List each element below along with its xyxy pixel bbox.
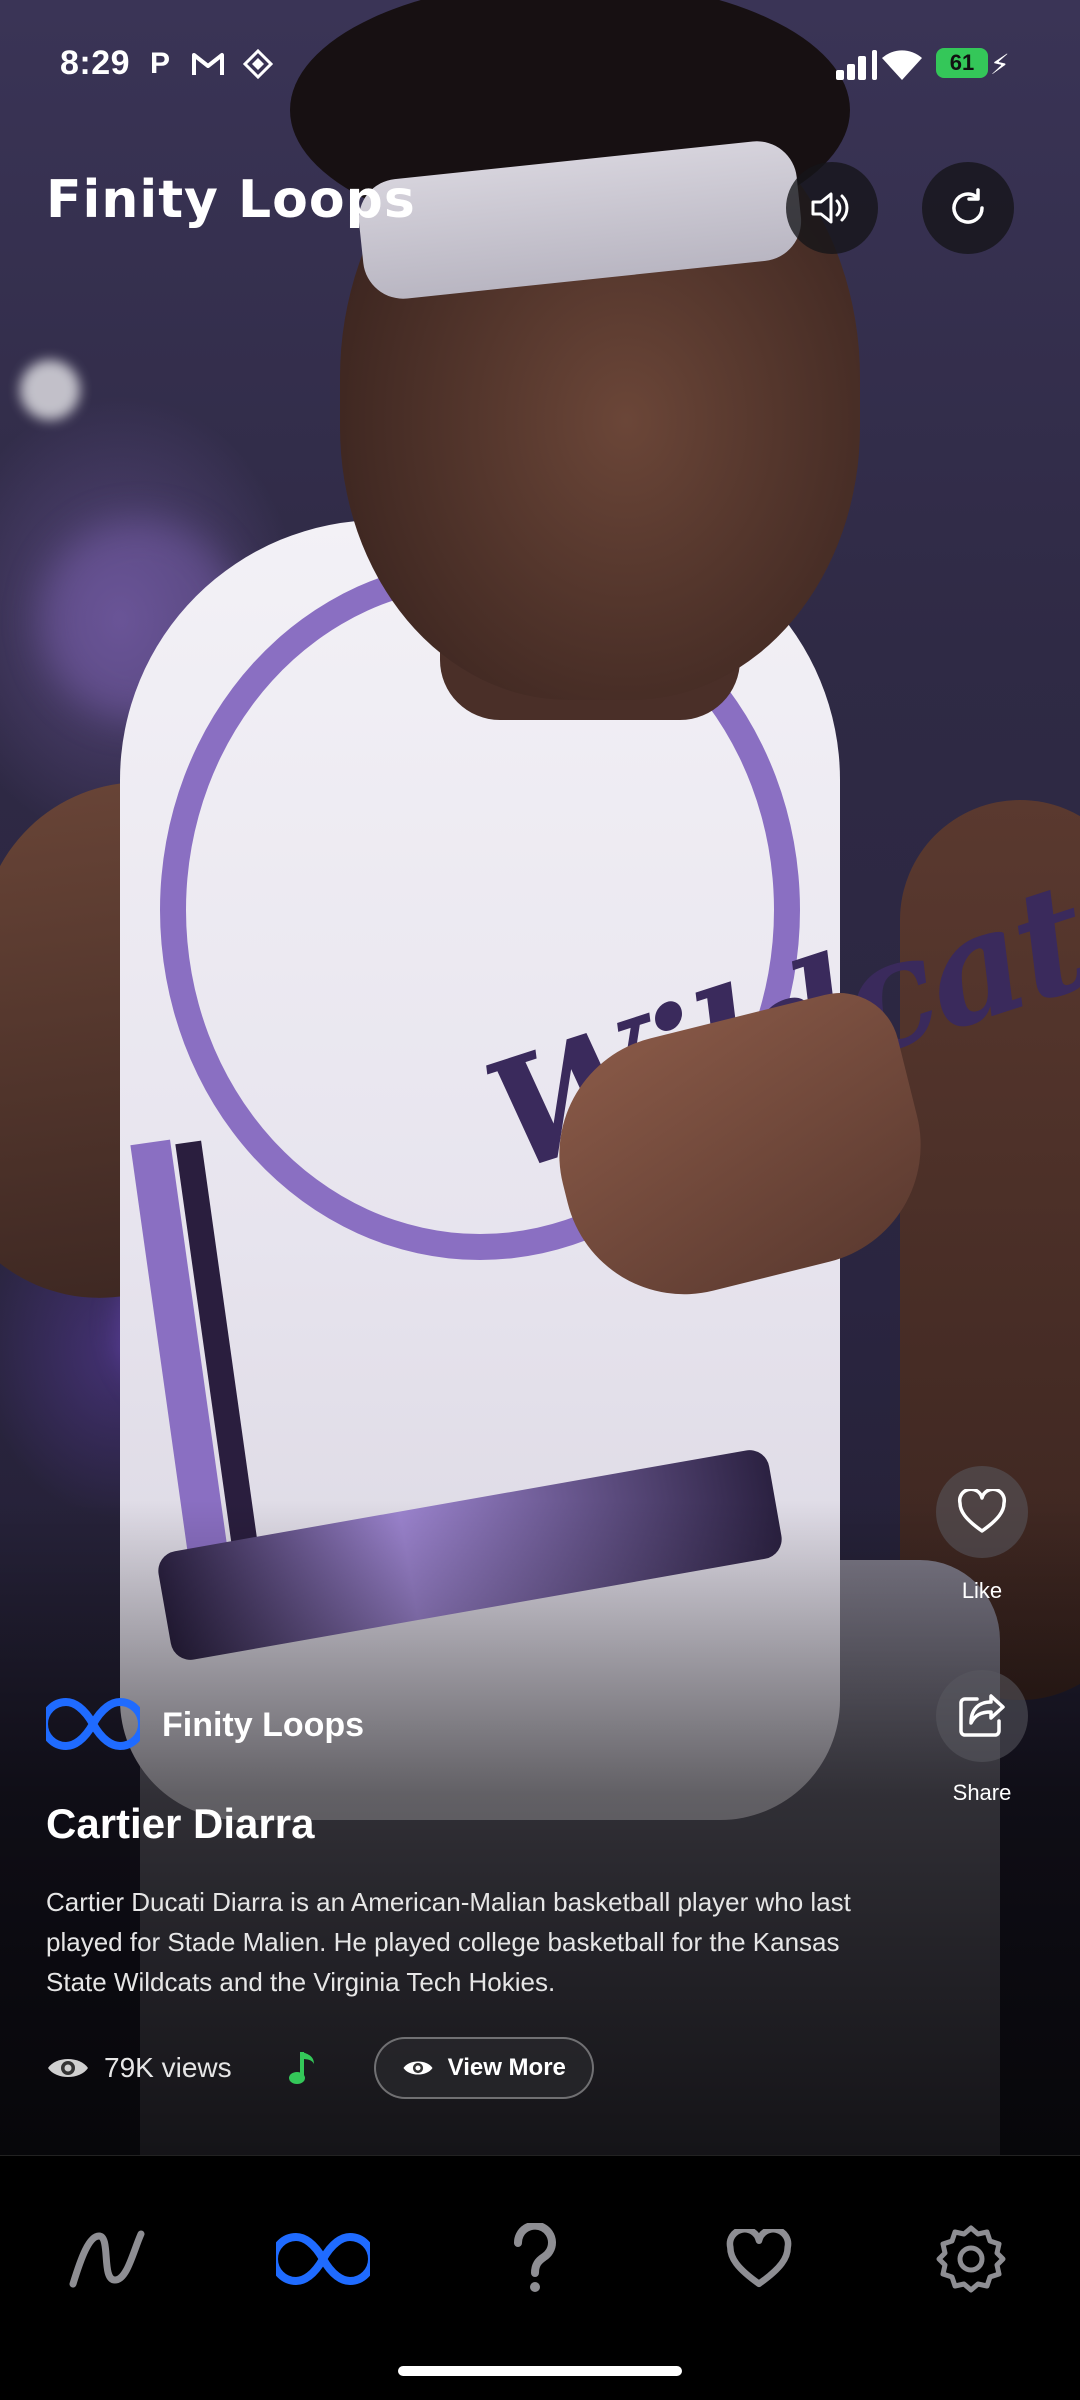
app-notification-icon xyxy=(240,46,276,82)
sound-button[interactable] xyxy=(786,162,878,254)
eye-icon xyxy=(48,2059,88,2077)
wifi-icon xyxy=(880,46,924,82)
bottom-navigation xyxy=(0,2155,1080,2400)
post-title: Cartier Diarra xyxy=(46,1800,315,1847)
nav-favorites[interactable] xyxy=(704,2214,814,2304)
gmail-icon xyxy=(190,46,226,82)
charging-icon: ⚡ xyxy=(990,49,1010,80)
view-more-button[interactable]: View More xyxy=(373,2037,594,2099)
heart-icon xyxy=(957,1489,1007,1533)
refresh-button[interactable] xyxy=(922,162,1014,254)
status-time: 8:29 xyxy=(60,44,131,82)
post-meta-row: 79K views View More xyxy=(46,2036,594,2100)
music-button[interactable] xyxy=(288,2048,318,2088)
status-bar: 8:29 P 61 ⚡ xyxy=(0,0,1080,130)
battery-level: 61 xyxy=(949,50,975,75)
eye-icon xyxy=(403,2061,433,2075)
views-text: 79K views xyxy=(104,2052,232,2083)
parking-icon: P xyxy=(149,47,170,80)
refresh-icon xyxy=(952,188,984,224)
music-note-icon xyxy=(288,2052,314,2084)
nav-trend[interactable] xyxy=(52,2214,162,2304)
like-label: Like xyxy=(961,1578,1003,1603)
home-indicator[interactable] xyxy=(398,2366,682,2376)
trend-icon xyxy=(69,2230,145,2288)
speaker-icon xyxy=(811,192,849,224)
view-more-label: View More xyxy=(447,2054,566,2081)
signal-icon xyxy=(836,48,886,80)
like-button[interactable] xyxy=(936,1466,1028,1558)
infinity-icon xyxy=(276,2232,370,2286)
nav-help[interactable] xyxy=(480,2214,590,2304)
share-label: Share xyxy=(952,1780,1012,1805)
battery-icon: 61 xyxy=(936,48,988,78)
views-count: 79K views xyxy=(46,2052,232,2084)
question-icon xyxy=(513,2223,556,2292)
post-description: Cartier Ducati Diarra is an American-Mal… xyxy=(46,1887,851,1997)
app-logo: Finity Loops xyxy=(46,170,416,230)
share-icon xyxy=(959,1694,1005,1737)
share-button[interactable] xyxy=(936,1670,1028,1762)
nav-settings[interactable] xyxy=(916,2214,1026,2304)
channel-logo-infinity-icon[interactable] xyxy=(40,1694,146,1754)
channel-name[interactable]: Finity Loops xyxy=(162,1706,364,1745)
settings-icon xyxy=(936,2225,1006,2293)
nav-loops[interactable] xyxy=(268,2214,378,2304)
heart-icon xyxy=(726,2229,792,2288)
